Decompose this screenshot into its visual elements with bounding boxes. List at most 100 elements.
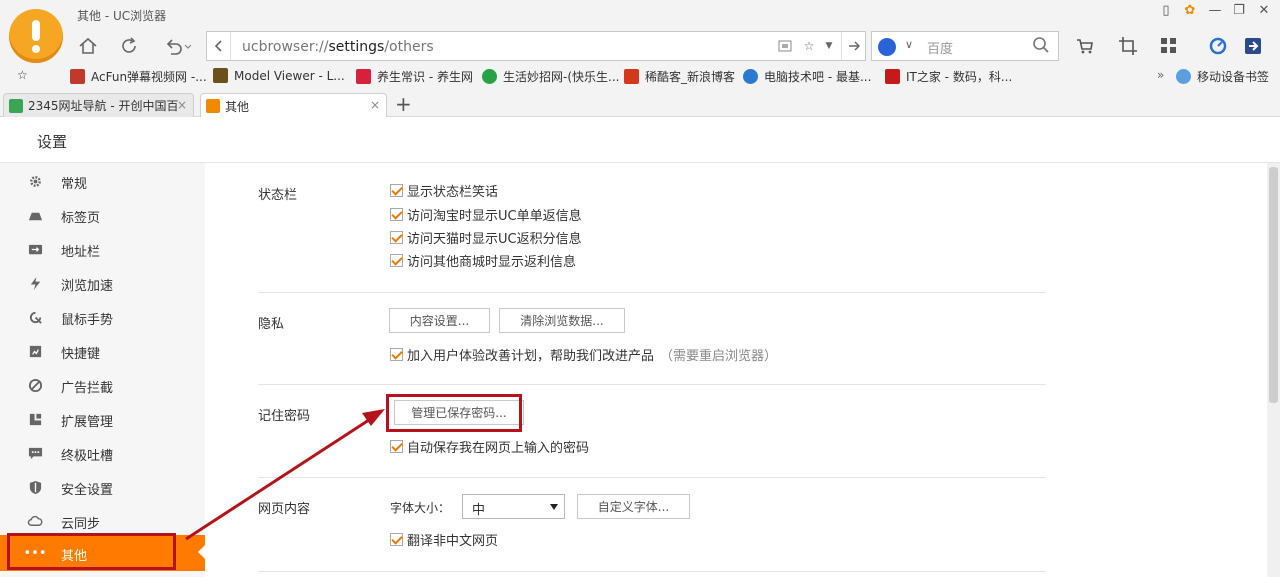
mascot-icon[interactable]: ✿: [1181, 2, 1199, 18]
extension-icon: [27, 411, 43, 427]
checkbox-translate[interactable]: 翻译非中文网页: [390, 530, 498, 549]
section-title-privacy: 隐私: [258, 317, 285, 332]
restore-button[interactable]: ❐: [1230, 2, 1248, 18]
vertical-scrollbar[interactable]: [1267, 163, 1280, 577]
sidebar-item-security[interactable]: 安全设置: [0, 470, 205, 504]
font-size-select[interactable]: 中: [462, 494, 565, 519]
mobile-bookmarks[interactable]: 移动设备书签: [1176, 68, 1269, 85]
close-icon[interactable]: ×: [370, 98, 380, 112]
refresh-icon: [122, 37, 136, 53]
share-icon[interactable]: [1241, 34, 1265, 58]
sidebar-item-address-bar[interactable]: 地址栏: [0, 232, 205, 266]
cloud-icon: [1176, 69, 1191, 84]
chevron-left-icon[interactable]: [207, 32, 231, 60]
custom-font-button[interactable]: 自定义字体...: [577, 494, 690, 519]
sidebar-item-mouse-gesture[interactable]: 鼠标手势: [0, 300, 205, 334]
acfun-favicon-icon: [70, 69, 85, 84]
checkbox-tmall-points[interactable]: 访问天猫时显示UC返积分信息: [390, 228, 582, 247]
uc-browser-logo-icon[interactable]: [9, 9, 63, 63]
tieba-favicon-icon: [743, 69, 758, 84]
sidebar-item-tabs[interactable]: 标签页: [0, 198, 205, 232]
url-text[interactable]: ucbrowser://settings/others: [242, 39, 434, 55]
checkbox-other-mall-rebate[interactable]: 访问其他商城时显示返利信息: [390, 251, 576, 270]
ithome-favicon-icon: [885, 69, 900, 84]
refresh-button[interactable]: [116, 33, 142, 59]
sidebar-item-general[interactable]: 常规: [0, 164, 205, 198]
reader-mode-icon[interactable]: [777, 38, 793, 54]
settings-sidebar: 常规 标签页 地址栏 浏览加速 鼠标手势 快捷键 广告拦截 扩展管理 终极吐槽 …: [0, 163, 205, 577]
lightning-icon: [27, 275, 43, 291]
close-window-button[interactable]: ✕: [1255, 2, 1273, 18]
screenshot-icon[interactable]: [1116, 34, 1140, 58]
page-title: 设置: [37, 133, 68, 151]
tab-others[interactable]: 其他 ×: [200, 93, 387, 118]
checkbox-status-joke[interactable]: 显示状态栏笑话: [390, 181, 498, 200]
bookmark-item[interactable]: 稀酷客_新浪博客: [624, 68, 735, 85]
undo-button[interactable]: [160, 33, 194, 59]
sidebar-item-ad-block[interactable]: 广告拦截: [0, 368, 205, 402]
bookmark-item[interactable]: 生活妙招网-(快乐生...: [482, 68, 619, 85]
model-viewer-favicon-icon: [213, 68, 228, 83]
sidebar-item-cloud-sync[interactable]: 云同步: [0, 504, 205, 538]
star-icon[interactable]: ☆: [801, 38, 817, 54]
sidebar-item-speed-up[interactable]: 浏览加速: [0, 266, 205, 300]
sidebar-item-extensions[interactable]: 扩展管理: [0, 402, 205, 436]
search-box[interactable]: ∨ 百度: [871, 31, 1059, 61]
search-input[interactable]: 百度: [927, 38, 953, 57]
bookmark-item[interactable]: 养生常识 - 养生网: [356, 68, 473, 85]
checkbox-taobao-rebate[interactable]: 访问淘宝时显示UC单单返信息: [390, 205, 582, 224]
section-title-status-bar: 状态栏: [258, 188, 298, 203]
arrow-right-icon[interactable]: [841, 32, 865, 60]
bookmarks-bar: ☆ AcFun弹幕视频网 -... Model Viewer - L... 养生…: [0, 66, 1280, 88]
sina-blog-favicon-icon: [624, 69, 639, 84]
bookmark-star-icon[interactable]: ☆: [17, 68, 28, 82]
bookmark-item[interactable]: Model Viewer - L...: [213, 68, 345, 83]
home-button[interactable]: [75, 33, 101, 59]
settings-favicon-icon: [206, 99, 220, 113]
address-bar-icon: [27, 241, 43, 257]
chat-icon: [27, 445, 43, 461]
sidebar-item-feedback[interactable]: 终极吐槽: [0, 436, 205, 470]
bookmark-item[interactable]: AcFun弹幕视频网 -...: [70, 68, 207, 85]
block-icon: [27, 377, 43, 393]
settings-content: 状态栏 显示状态栏笑话 访问淘宝时显示UC单单返信息 访问天猫时显示UC返积分信…: [205, 163, 1267, 577]
home-icon: [79, 37, 97, 54]
chevron-down-icon[interactable]: ▼: [821, 38, 837, 54]
checkbox-checked-icon[interactable]: [390, 533, 403, 546]
shortcut-icon: [27, 343, 43, 359]
checkbox-checked-icon[interactable]: [390, 348, 403, 361]
chevron-down-icon[interactable]: ∨: [905, 38, 913, 51]
bookmark-item[interactable]: IT之家 - 数码，科...: [885, 68, 1012, 85]
section-title-passwords: 记住密码: [258, 409, 311, 424]
checkbox-checked-icon[interactable]: [390, 231, 403, 244]
sidebar-item-others[interactable]: ••• 其他: [0, 535, 205, 571]
checkbox-checked-icon[interactable]: [390, 184, 403, 197]
speed-dial-icon[interactable]: [1206, 34, 1230, 58]
search-icon[interactable]: [1032, 36, 1050, 57]
checkbox-checked-icon[interactable]: [390, 440, 403, 453]
minimize-button[interactable]: —: [1206, 2, 1224, 18]
yangsheng-favicon-icon: [356, 69, 371, 84]
tab-2345[interactable]: 2345网址导航 - 开创中国百 ×: [3, 93, 194, 117]
sidebar-item-shortcuts[interactable]: 快捷键: [0, 334, 205, 368]
baidu-paw-icon[interactable]: [878, 38, 896, 56]
new-tab-button[interactable]: +: [395, 92, 412, 116]
apps-grid-icon[interactable]: [1157, 34, 1181, 58]
bookmarks-overflow[interactable]: »: [1157, 68, 1164, 82]
checkbox-checked-icon[interactable]: [390, 208, 403, 221]
cart-icon[interactable]: [1073, 34, 1097, 58]
checkbox-checked-icon[interactable]: [390, 254, 403, 267]
gear-icon: [27, 173, 43, 189]
address-bar[interactable]: ucbrowser://settings/others ☆ ▼: [206, 31, 866, 61]
shield-icon: [27, 479, 43, 495]
skin-icon[interactable]: ▯: [1157, 2, 1175, 18]
content-settings-button[interactable]: 内容设置...: [389, 308, 490, 333]
checkbox-auto-save-password[interactable]: 自动保存我在网页上输入的密码: [390, 437, 589, 456]
close-icon[interactable]: ×: [177, 98, 187, 112]
clear-browsing-data-button[interactable]: 清除浏览数据...: [499, 308, 625, 333]
browser-chrome: 其他 - UC浏览器 ▯ ✿ — ❐ ✕ ucbrowser://setting…: [0, 0, 1280, 118]
bookmark-item[interactable]: 电脑技术吧 - 最基...: [743, 68, 871, 85]
manage-saved-passwords-button[interactable]: 管理已保存密码...: [394, 400, 524, 425]
checkbox-ux-plan[interactable]: 加入用户体验改善计划，帮助我们改进产品 （需要重启浏览器）: [390, 345, 777, 364]
scrollbar-thumb[interactable]: [1269, 167, 1278, 403]
